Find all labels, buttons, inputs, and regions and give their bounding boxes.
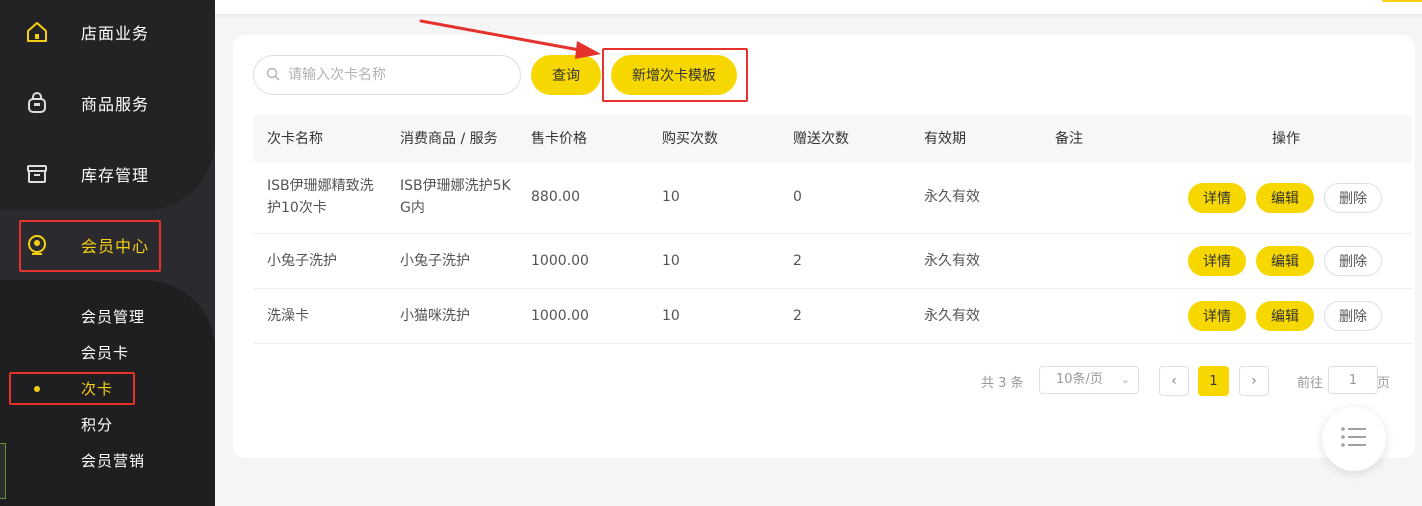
cell-price: 1000.00 [531, 308, 589, 324]
col-header-buy-count: 购买次数 [662, 131, 718, 147]
cell-service: 小兔子洗护 [400, 253, 470, 269]
cell-service-line: ISB伊珊娜洗护5K [400, 178, 511, 194]
cell-buy-count: 10 [662, 189, 680, 205]
next-page-button[interactable]: › [1239, 366, 1269, 396]
cell-buy-count: 10 [662, 253, 680, 269]
search-icon [266, 66, 280, 85]
home-icon [24, 19, 50, 45]
page-size-value: 10条/页 [1056, 372, 1103, 387]
col-header-price: 售卡价格 [531, 131, 587, 147]
sidebar-item-label: 商品服务 [81, 95, 150, 114]
submenu-member-card[interactable]: 会员卡 [81, 342, 129, 363]
chevron-down-icon: ⌄ [1120, 373, 1130, 386]
detail-button[interactable]: 详情 [1188, 301, 1246, 331]
window-edge-handle [0, 443, 6, 499]
cell-name: 小兔子洗护 [267, 253, 337, 269]
floating-menu-button[interactable] [1322, 407, 1386, 471]
submenu-times-card[interactable]: 次卡 [81, 378, 113, 399]
sidebar-item-inventory[interactable]: 库存管理 [0, 144, 215, 204]
col-header-actions: 操作 [1272, 131, 1300, 147]
sidebar-item-label: 店面业务 [81, 24, 150, 43]
cell-validity: 永久有效 [924, 308, 980, 324]
chevron-right-icon: › [1251, 373, 1257, 389]
goto-label: 前往 [1297, 376, 1324, 391]
cell-gift-count: 0 [793, 189, 802, 205]
col-header-name: 次卡名称 [267, 131, 323, 147]
table-row: 小兔子洗护 小兔子洗护 1000.00 10 2 永久有效 详情 编辑 删除 [253, 234, 1412, 289]
submenu-member-manage[interactable]: 会员管理 [81, 306, 145, 327]
cell-service: ISB伊珊娜洗护5K G内 [400, 175, 520, 219]
search-field[interactable] [253, 55, 521, 95]
header-accent [1382, 0, 1422, 2]
edit-button[interactable]: 编辑 [1256, 246, 1314, 276]
active-dot-icon [34, 386, 40, 392]
page-size-select[interactable]: 10条/页 ⌄ [1039, 366, 1139, 394]
cell-validity: 永久有效 [924, 189, 980, 205]
sidebar-item-store[interactable]: 店面业务 [0, 2, 215, 62]
pagination-total: 共 3 条 [981, 376, 1024, 391]
main-card: 查询 新增次卡模板 次卡名称 消费商品 / 服务 售卡价格 购买次数 赠送次数 … [233, 35, 1415, 471]
cell-name-line: ISB伊珊娜精致洗 [267, 178, 374, 194]
cell-service-line: G内 [400, 200, 425, 216]
detail-button[interactable]: 详情 [1188, 246, 1246, 276]
col-header-validity: 有效期 [924, 131, 966, 147]
table-row: 洗澡卡 小猫咪洗护 1000.00 10 2 永久有效 详情 编辑 删除 [253, 289, 1412, 344]
edit-button[interactable]: 编辑 [1256, 301, 1314, 331]
member-icon [24, 232, 50, 258]
submenu-points[interactable]: 积分 [81, 414, 113, 435]
sidebar-item-label: 会员中心 [81, 237, 150, 256]
table-header: 次卡名称 消费商品 / 服务 售卡价格 购买次数 赠送次数 有效期 备注 操作 [253, 115, 1412, 163]
times-card-table: 次卡名称 消费商品 / 服务 售卡价格 购买次数 赠送次数 有效期 备注 操作 … [253, 115, 1412, 344]
sidebar-item-member-center[interactable]: 会员中心 [0, 215, 215, 275]
top-header-bar [215, 0, 1422, 14]
cell-gift-count: 2 [793, 308, 802, 324]
list-icon [1340, 426, 1368, 452]
cell-price: 1000.00 [531, 253, 589, 269]
cell-name-line: 护10次卡 [267, 200, 327, 216]
cell-name: ISB伊珊娜精致洗 护10次卡 [267, 175, 387, 219]
col-header-gift-count: 赠送次数 [793, 131, 849, 147]
delete-button[interactable]: 删除 [1324, 183, 1382, 213]
bag-icon [24, 90, 50, 116]
detail-button[interactable]: 详情 [1188, 183, 1246, 213]
cell-price: 880.00 [531, 189, 580, 205]
cell-buy-count: 10 [662, 308, 680, 324]
sidebar-item-goods[interactable]: 商品服务 [0, 73, 215, 133]
edit-button[interactable]: 编辑 [1256, 183, 1314, 213]
goto-page-input[interactable] [1328, 366, 1378, 394]
cell-gift-count: 2 [793, 253, 802, 269]
col-header-service: 消费商品 / 服务 [400, 131, 498, 147]
cell-name: 洗澡卡 [267, 308, 309, 324]
cell-service: 小猫咪洗护 [400, 308, 470, 324]
query-button[interactable]: 查询 [531, 55, 601, 95]
page-suffix-label: 页 [1377, 376, 1391, 391]
add-template-button[interactable]: 新增次卡模板 [611, 55, 737, 95]
submenu-member-marketing[interactable]: 会员营销 [81, 450, 145, 471]
page-number-current[interactable]: 1 [1198, 366, 1229, 396]
col-header-note: 备注 [1055, 131, 1083, 147]
cell-validity: 永久有效 [924, 253, 980, 269]
delete-button[interactable]: 删除 [1324, 301, 1382, 331]
chevron-left-icon: ‹ [1171, 373, 1177, 389]
prev-page-button[interactable]: ‹ [1159, 366, 1189, 396]
search-input[interactable] [288, 67, 508, 83]
sidebar: 店面业务 商品服务 库存管理 会员中心 会员管理 会员卡 次卡 积分 会员营销 [0, 0, 215, 506]
sidebar-item-label: 库存管理 [81, 166, 150, 185]
delete-button[interactable]: 删除 [1324, 246, 1382, 276]
table-row: ISB伊珊娜精致洗 护10次卡 ISB伊珊娜洗护5K G内 880.00 10 … [253, 163, 1412, 234]
box-icon [24, 161, 50, 187]
